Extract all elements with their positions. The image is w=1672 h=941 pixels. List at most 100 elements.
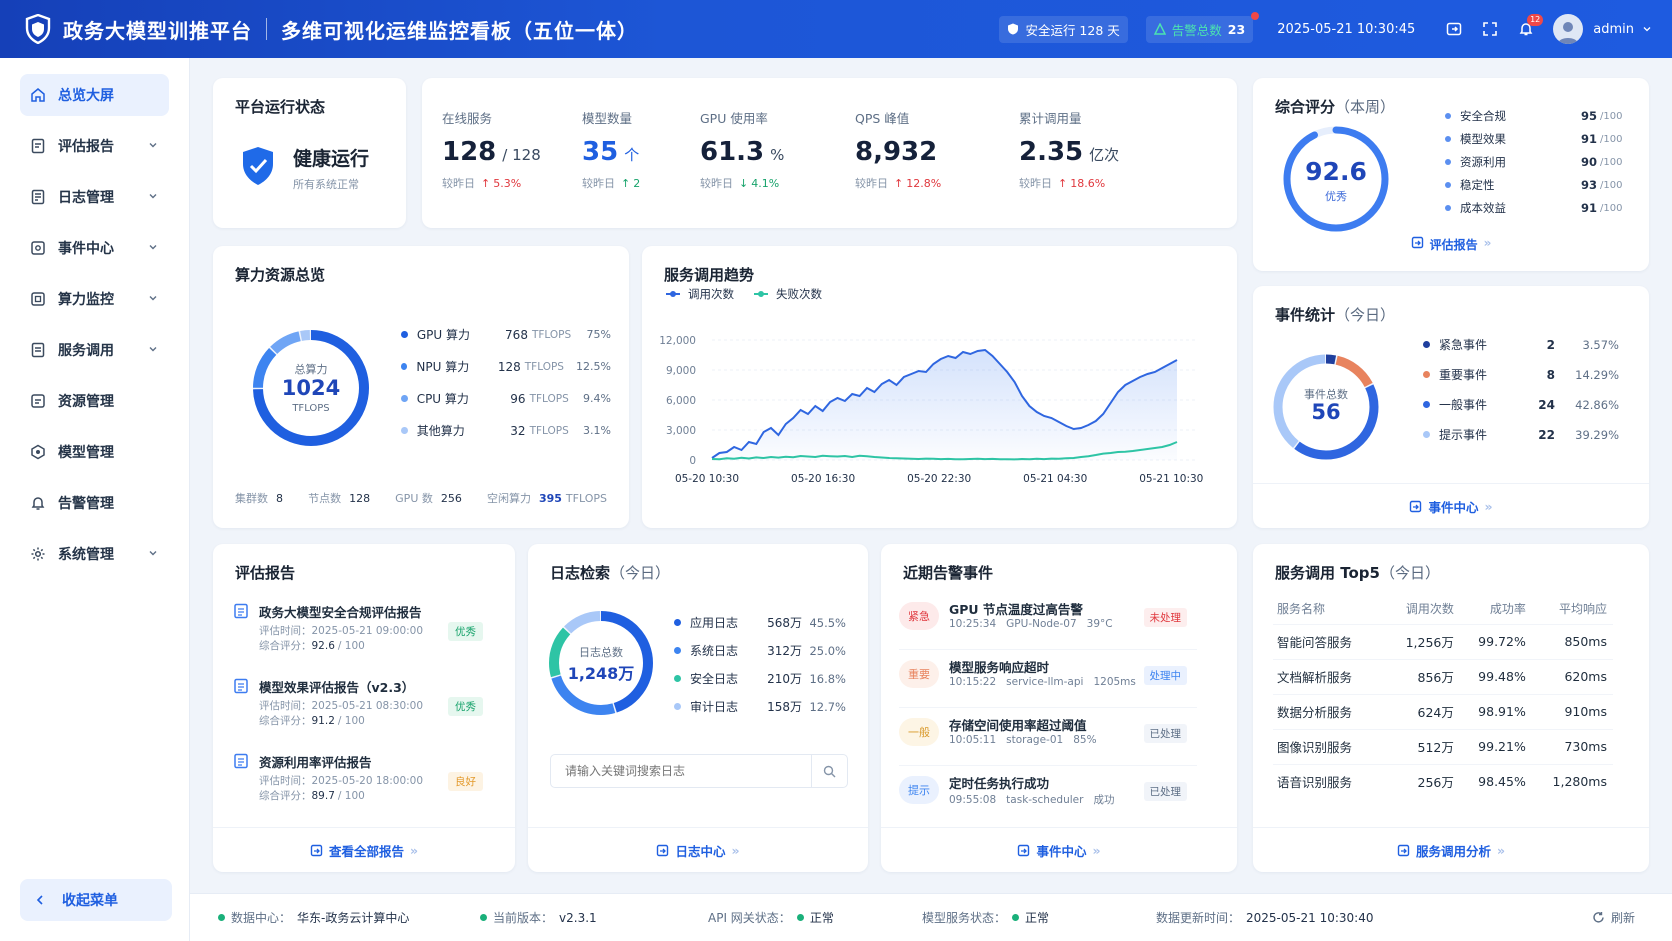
sidebar-item-5[interactable]: 服务调用 <box>20 329 169 371</box>
y-tick-label: 6,000 <box>666 395 696 407</box>
score-report-link[interactable]: 评估报告 » <box>1253 236 1649 253</box>
x-tick-label: 05-20 22:30 <box>907 473 971 485</box>
event-stats-title: 事件统计（今日） <box>1275 304 1395 325</box>
api-gateway-status: API 网关状态： 正常 <box>708 909 834 926</box>
alert-total-indicator[interactable]: 告警总数 23 <box>1145 11 1260 43</box>
username[interactable]: admin <box>1593 22 1634 37</box>
sidebar-item-3[interactable]: 事件中心 <box>20 227 169 269</box>
report-item[interactable]: 资源利用率评估报告 评估时间：2025-05-20 18:00:00 综合评分：89… <box>233 752 483 804</box>
export-button[interactable] <box>1445 20 1463 38</box>
score-grade: 优秀 <box>1325 190 1347 203</box>
table-cell: 99.21% <box>1459 728 1532 764</box>
compute-legend-item: NPU 算力 128 TFLOPS 12.5% <box>401 358 611 375</box>
table-row[interactable]: 文档解析服务 856万 99.48% 620ms <box>1273 658 1613 694</box>
compute-footer-label: GPU 数 <box>395 492 433 505</box>
event-center-link[interactable]: 事件中心 » <box>1253 497 1649 516</box>
version-status: 当前版本： v2.3.1 <box>480 909 597 926</box>
services-column-header[interactable]: 成功率 <box>1460 594 1532 624</box>
compute-footer-value: 256 <box>440 492 462 505</box>
sidebar-item-2[interactable]: 日志管理 <box>20 176 169 218</box>
fullscreen-icon <box>1483 22 1498 36</box>
services-column-header[interactable]: 调用次数 <box>1387 594 1460 624</box>
compute-legend-label: GPU 算力 <box>416 328 470 342</box>
sidebar-item-8[interactable]: 告警管理 <box>20 482 169 524</box>
log-center-link[interactable]: 日志中心 » <box>528 841 868 860</box>
score-item-value: 91 <box>1580 201 1597 215</box>
kpi-unit: 个 <box>624 146 640 164</box>
sidebar-item-6[interactable]: 资源管理 <box>20 380 169 422</box>
kpi-4: 累计调用量 2.35 亿次 较昨日 ↑ 18.6% <box>1019 108 1119 191</box>
kpi-unit: 亿次 <box>1089 146 1120 164</box>
all-reports-link[interactable]: 查看全部报告 » <box>213 841 515 860</box>
sidebar-item-1[interactable]: 评估报告 <box>20 125 169 167</box>
alert-meta: 10:15:22 service-llm-api 1205ms <box>949 676 1136 688</box>
sidebar-item-7[interactable]: 模型管理 <box>20 431 169 473</box>
compute-legend-unit: TFLOPS <box>531 328 572 341</box>
log-legend-label: 应用日志 <box>690 616 739 630</box>
report-score-max: / 100 <box>337 715 365 727</box>
sidebar-item-9[interactable]: 系统管理 <box>20 533 169 575</box>
legend-marker <box>758 291 764 297</box>
x-tick-label: 05-20 10:30 <box>675 473 739 485</box>
trend-card: 服务调用趋势 调用次数 失败次数 12,000 9,000 6,000 3,000 0 05-… <box>642 246 1237 528</box>
services-column-header[interactable]: 平均响应 <box>1532 594 1613 624</box>
log-legend-label: 安全日志 <box>690 672 739 686</box>
score-item-value: 95 <box>1580 109 1597 123</box>
sidebar-item-0[interactable]: 总览大屏 <box>20 74 169 116</box>
fullscreen-button[interactable] <box>1481 20 1499 38</box>
log-legend-label: 系统日志 <box>690 644 739 658</box>
event-legend-pct: 39.29% <box>1575 427 1619 442</box>
compute-legend-label: CPU 算力 <box>416 392 469 406</box>
service-analysis-link[interactable]: 服务调用分析 » <box>1253 841 1649 860</box>
score-item-value: 93 <box>1580 178 1597 192</box>
table-row[interactable]: 图像识别服务 512万 99.21% 730ms <box>1273 728 1613 764</box>
event-legend-count: 24 <box>1538 397 1555 412</box>
log-search-input[interactable] <box>551 764 811 778</box>
chevron-down-icon[interactable] <box>1642 24 1652 34</box>
health-state: 健康运行 <box>293 148 370 170</box>
alert-dot <box>1251 11 1260 20</box>
sidebar-item-label: 系统管理 <box>58 547 114 563</box>
notification-button[interactable]: 12 <box>1517 14 1544 38</box>
table-row[interactable]: 数据分析服务 624万 98.91% 910ms <box>1273 693 1613 729</box>
legend-dot <box>401 363 408 370</box>
services-column-header[interactable]: 服务名称 <box>1273 594 1387 624</box>
event-icon <box>30 240 46 256</box>
event-stats-card: 事件统计（今日） 事件总数 56 紧急事件 2 3.57% 重要事件 8 14.29% 一般… <box>1253 286 1649 528</box>
report-item[interactable]: 模型效果评估报告（v2.3） 评估时间：2025-05-21 08:30:00 综合… <box>233 677 483 729</box>
alert-status-badge: 未处理 <box>1143 608 1187 627</box>
report-item[interactable]: 政务大模型安全合规评估报告 评估时间：2025-05-21 09:00:00 综合评… <box>233 602 483 654</box>
legend-dot <box>674 619 681 626</box>
report-title: 模型效果评估报告（v2.3） <box>259 680 415 695</box>
report-score-value: 89.7 <box>311 790 335 802</box>
warning-triangle-icon <box>1153 23 1166 35</box>
event-legend-item: 一般事件 24 42.86% <box>1423 396 1619 413</box>
alerts-event-center-link[interactable]: 事件中心 » <box>881 841 1237 860</box>
score-item-max: /100 <box>1600 179 1623 191</box>
collapse-menu-button[interactable]: 收起菜单 <box>20 879 172 921</box>
table-row[interactable]: 语音识别服务 256万 98.45% 1,280ms <box>1273 763 1613 799</box>
alert-item[interactable]: 重要 模型服务响应超时 10:15:22 service-llm-api 1205m… <box>899 657 1197 708</box>
service-analysis-link-label: 服务调用分析 <box>1415 844 1491 859</box>
alert-item[interactable]: 紧急 GPU 节点温度过高告警 10:25:34 GPU-Node-07 39°C 未… <box>899 599 1197 650</box>
sidebar-item-4[interactable]: 算力监控 <box>20 278 169 320</box>
table-row[interactable]: 智能问答服务 1,256万 99.72% 850ms <box>1273 623 1613 659</box>
bell-icon <box>30 495 46 511</box>
shield-check-icon <box>1008 23 1019 35</box>
refresh-button[interactable]: 刷新 <box>1592 909 1635 926</box>
alert-item[interactable]: 提示 定时任务执行成功 09:55:08 task-scheduler 成功 已处理 <box>899 773 1197 819</box>
table-cell: 1,280ms <box>1531 763 1613 799</box>
score-item-label: 成本效益 <box>1460 201 1506 215</box>
report-score-value: 92.6 <box>311 640 335 652</box>
table-cell: 98.45% <box>1459 763 1532 799</box>
avatar[interactable] <box>1553 14 1584 44</box>
compute-legend-unit: TFLOPS <box>524 360 564 373</box>
log-search-button[interactable] <box>811 755 847 787</box>
kpi-label: 在线服务 <box>442 111 493 126</box>
reports-card: 评估报告 政务大模型安全合规评估报告 评估时间：2025-05-21 09:00:… <box>213 544 515 872</box>
api-gateway-label: API 网关状态： <box>708 911 791 925</box>
chevron-left-icon <box>36 895 43 905</box>
table-cell: 98.91% <box>1459 693 1532 729</box>
score-item-value: 91 <box>1580 132 1597 146</box>
alert-item[interactable]: 一般 存储空间使用率超过阈值 10:05:11 storage-01 85% 已处理 <box>899 715 1197 766</box>
